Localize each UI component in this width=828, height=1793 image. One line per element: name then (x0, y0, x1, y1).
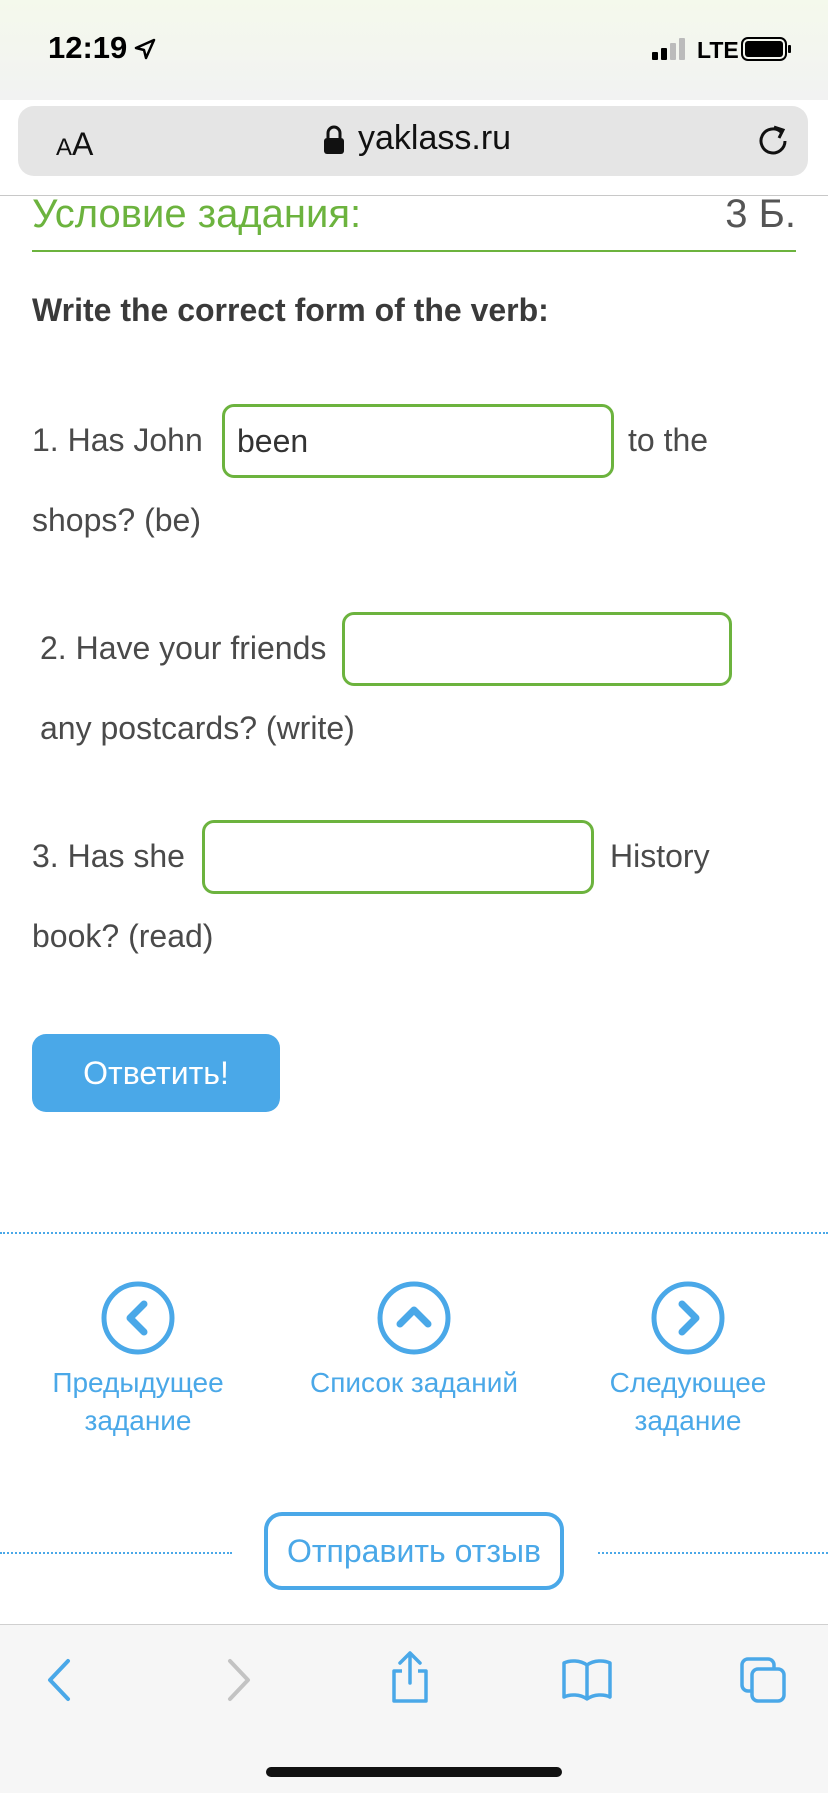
signal-icon (652, 38, 685, 60)
q3-answer-input[interactable] (202, 820, 594, 894)
network-label: LTE (697, 37, 739, 63)
next-task-link[interactable]: Следующее задание (568, 1280, 808, 1440)
prev-task-link[interactable]: Предыдущее задание (18, 1280, 258, 1440)
task-list-link[interactable]: Список заданий (294, 1280, 534, 1402)
q1-text-before: 1. Has John (32, 422, 203, 458)
url-domain: yaklass.ru (358, 119, 512, 157)
task-instruction: Write the correct form of the verb: (32, 292, 549, 328)
tabs-icon[interactable] (738, 1655, 788, 1705)
q1-answer-input[interactable] (222, 404, 614, 478)
forward-icon[interactable] (218, 1655, 258, 1705)
task-header: Условие задания: 3 Б. (32, 188, 796, 252)
q2-text-before: 2. Have your friends (40, 630, 327, 666)
next-task-label-2: задание (634, 1405, 742, 1436)
task-title: Условие задания: (32, 192, 362, 236)
q2-answer-input[interactable] (342, 612, 732, 686)
prev-task-label-2: задание (84, 1405, 192, 1436)
chevron-left-icon (101, 1281, 175, 1355)
section-divider (0, 1232, 828, 1234)
address-bar[interactable]: AA yaklass.ru (18, 106, 808, 176)
q3-text-after: History (610, 838, 710, 874)
lock-icon (324, 125, 344, 154)
feedback-divider-left (0, 1552, 232, 1554)
submit-answer-button[interactable]: Ответить! (32, 1034, 280, 1112)
status-bar: 12:19 LTE (0, 0, 828, 100)
task-points: 3 Б. (725, 192, 796, 236)
back-icon[interactable] (40, 1655, 80, 1705)
q1-text-continued: shops? (be) (32, 502, 201, 538)
send-feedback-button[interactable]: Отправить отзыв (264, 1512, 564, 1590)
chevron-up-icon (377, 1281, 451, 1355)
q2-text-continued: any postcards? (write) (40, 710, 355, 746)
q3-text-before: 3. Has she (32, 838, 185, 874)
share-icon[interactable] (388, 1649, 432, 1705)
chevron-right-icon (651, 1281, 725, 1355)
q3-text-continued: book? (read) (32, 918, 214, 954)
reload-icon[interactable] (754, 122, 792, 160)
q1-text-after: to the (628, 422, 709, 458)
task-list-label: Список заданий (309, 1367, 518, 1398)
feedback-divider-right (598, 1552, 828, 1554)
battery-icon (741, 37, 791, 61)
next-task-label-1: Следующее (609, 1367, 767, 1398)
prev-task-label-1: Предыдущее (52, 1367, 224, 1398)
status-time: 12:19 (48, 30, 128, 65)
text-size-button[interactable]: AA (56, 126, 93, 163)
location-arrow-icon (134, 38, 156, 60)
bookmarks-icon[interactable] (560, 1657, 614, 1701)
home-indicator (266, 1767, 562, 1777)
browser-toolbar (0, 1624, 828, 1793)
